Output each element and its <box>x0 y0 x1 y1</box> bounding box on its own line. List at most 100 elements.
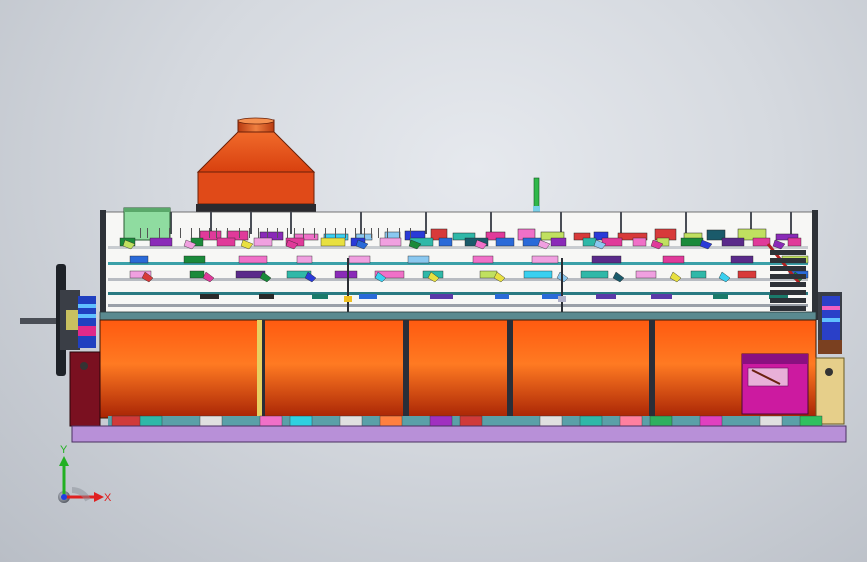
part-block <box>320 237 346 247</box>
base-part <box>339 415 363 427</box>
part-block <box>200 294 219 299</box>
base-part <box>579 415 603 427</box>
part-block <box>713 294 728 299</box>
cad-viewport[interactable]: Y X <box>0 0 867 562</box>
part-block <box>253 237 273 247</box>
frame-post <box>790 212 792 234</box>
part-block <box>334 270 358 279</box>
machine-assembly-drawing: Y X <box>20 117 847 504</box>
frame-post <box>620 212 622 234</box>
part-block <box>632 237 647 247</box>
part-coupling <box>344 296 352 302</box>
part-block <box>651 294 672 299</box>
exhaust-hood <box>194 117 318 218</box>
part-block <box>472 255 494 264</box>
left-end-cap <box>69 351 101 427</box>
part-gear <box>770 290 806 295</box>
part-gear <box>770 266 806 271</box>
base-part <box>649 415 673 427</box>
part-block <box>312 294 328 299</box>
part-block <box>596 294 616 299</box>
frame-post <box>425 212 427 234</box>
tank-divider <box>649 320 655 418</box>
part-block <box>129 255 149 264</box>
part-block <box>737 270 757 279</box>
shelf-rail <box>108 262 808 265</box>
part-pin <box>399 228 400 238</box>
part-block <box>183 255 206 264</box>
part-pin <box>378 228 379 238</box>
part-gear <box>770 298 806 303</box>
part-pin <box>159 228 160 238</box>
base-part <box>139 415 163 427</box>
part-block <box>189 270 205 279</box>
part-block <box>550 237 567 247</box>
y-axis-label: Y <box>60 444 68 456</box>
part-block <box>430 294 453 299</box>
left-gear-stack <box>78 296 96 348</box>
frame-post <box>290 212 292 234</box>
part-pin <box>147 228 148 238</box>
frame-post <box>210 212 212 234</box>
part-block <box>495 294 509 299</box>
part-block <box>407 255 430 264</box>
part-pin <box>169 228 170 238</box>
hood-box <box>197 171 315 205</box>
base-part <box>459 415 483 427</box>
part-pin <box>277 228 278 238</box>
tank-divider <box>403 320 409 418</box>
part-pin <box>239 228 240 238</box>
part-gear <box>770 250 806 255</box>
part-block <box>348 255 371 264</box>
part-pin <box>335 228 336 238</box>
frame-post <box>250 212 252 234</box>
base-part <box>759 415 783 427</box>
part-block <box>296 255 313 264</box>
part-coupling <box>558 296 566 302</box>
part-pin <box>267 228 268 238</box>
hood-cone <box>196 131 316 173</box>
part-block <box>495 237 515 247</box>
base-part <box>619 415 643 427</box>
part-shaft <box>347 258 349 312</box>
tank-divider <box>262 320 265 418</box>
part-pin <box>287 228 288 238</box>
base-part <box>699 415 723 427</box>
coordinate-triad: Y X <box>58 444 112 504</box>
part-pin <box>140 228 141 238</box>
frame-post <box>560 212 562 234</box>
part-pin <box>364 228 365 238</box>
part-block <box>591 255 622 264</box>
part-pin <box>325 228 326 238</box>
part-pin <box>191 228 192 238</box>
part-block <box>238 255 268 264</box>
part-pin <box>180 228 181 238</box>
part-block <box>523 270 553 279</box>
part-pin <box>410 228 411 238</box>
part-block <box>259 294 274 299</box>
part-block <box>635 270 657 279</box>
base-part <box>539 415 563 427</box>
part-pin <box>209 228 210 238</box>
part-block <box>662 255 685 264</box>
part-block <box>359 294 377 299</box>
base-plate <box>71 415 847 443</box>
indicator-pole <box>533 177 540 212</box>
part-block <box>721 237 745 247</box>
frame-post <box>360 212 362 234</box>
base-part <box>259 415 283 427</box>
tank-divider <box>507 320 513 418</box>
part-gear <box>770 258 806 263</box>
z-axis-dot <box>61 494 67 500</box>
part-block <box>531 255 559 264</box>
part-pin <box>249 228 250 238</box>
part-pin <box>345 228 346 238</box>
part-block <box>690 270 707 279</box>
part-block <box>216 237 236 247</box>
part-pin <box>355 228 356 238</box>
frame-post <box>685 212 687 234</box>
part-block <box>582 237 597 247</box>
base-part <box>111 415 143 427</box>
part-pin <box>294 228 295 238</box>
base-part <box>289 415 313 427</box>
